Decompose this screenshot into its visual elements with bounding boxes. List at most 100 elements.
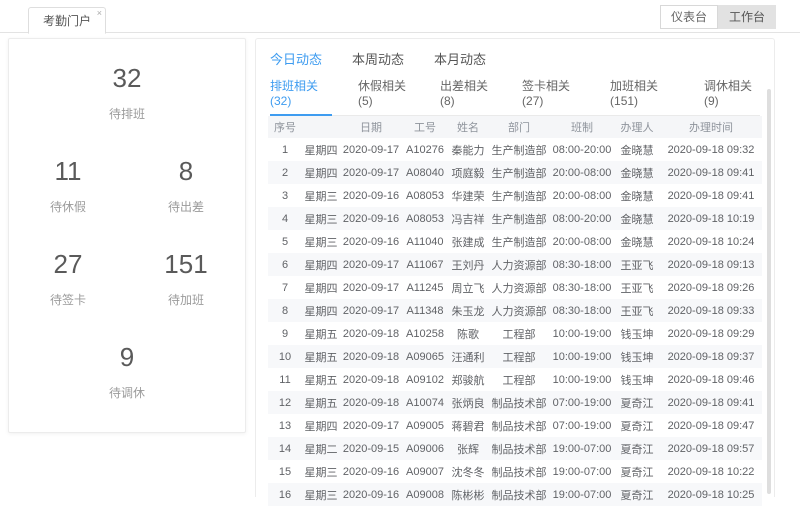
tab-month[interactable]: 本月动态 xyxy=(434,49,486,68)
cell-date: 2020-09-16 xyxy=(340,460,402,483)
stat-row: 11 待休假 8 待出差 xyxy=(9,156,245,215)
main-tabs: 今日动态 本周动态 本月动态 xyxy=(256,39,774,68)
cell-index: 13 xyxy=(268,414,302,437)
cell-dept: 制品技术部 xyxy=(488,414,550,437)
stat-pending-trip[interactable]: 8 待出差 xyxy=(127,156,245,215)
cell-shift: 07:00-19:00 xyxy=(550,391,614,414)
cell-handler: 王亚飞 xyxy=(614,299,660,322)
table-row: 3星期三2020-09-16A08053华建荣生产制造部20:00-08:00金… xyxy=(268,184,762,207)
stat-pending-schedule[interactable]: 32 待排班 xyxy=(9,63,245,122)
col-header-time: 办理时间 xyxy=(660,116,762,138)
cell-date: 2020-09-16 xyxy=(340,207,402,230)
cell-date: 2020-09-18 xyxy=(340,368,402,391)
cell-handler: 金晓慧 xyxy=(614,184,660,207)
subtab-schedule[interactable]: 排班相关(32) xyxy=(270,77,332,116)
stat-pending-card[interactable]: 27 待签卡 xyxy=(9,249,127,308)
cell-time: 2020-09-18 09:41 xyxy=(660,184,762,207)
cell-emp-id: A09065 xyxy=(402,345,448,368)
cell-weekday: 星期四 xyxy=(302,253,340,276)
col-header-weekday xyxy=(302,116,340,138)
cell-date: 2020-09-16 xyxy=(340,184,402,207)
tab-attendance-portal-label: 考勤门户 xyxy=(43,12,91,29)
cell-shift: 08:00-20:00 xyxy=(550,207,614,230)
table-row: 16星期三2020-09-16A09008陈彬彬制品技术部19:00-07:00… xyxy=(268,483,762,506)
cell-emp-id: A09102 xyxy=(402,368,448,391)
cell-index: 7 xyxy=(268,276,302,299)
cell-weekday: 星期二 xyxy=(302,437,340,460)
cell-time: 2020-09-18 09:57 xyxy=(660,437,762,460)
col-header-index: 序号 xyxy=(268,116,302,138)
tab-today[interactable]: 今日动态 xyxy=(270,49,322,68)
cell-time: 2020-09-18 09:13 xyxy=(660,253,762,276)
table-row: 4星期三2020-09-16A08053冯吉祥生产制造部08:00-20:00金… xyxy=(268,207,762,230)
cell-index: 11 xyxy=(268,368,302,391)
workbench-button[interactable]: 工作台 xyxy=(718,5,776,29)
cell-shift: 08:30-18:00 xyxy=(550,276,614,299)
cell-handler: 钱玉坤 xyxy=(614,368,660,391)
stat-label: 待调休 xyxy=(9,384,245,401)
stat-label: 待排班 xyxy=(9,105,245,122)
cell-dept: 人力资源部 xyxy=(488,276,550,299)
cell-date: 2020-09-18 xyxy=(340,322,402,345)
stat-value: 11 xyxy=(9,156,127,186)
cell-shift: 19:00-07:00 xyxy=(550,483,614,506)
stat-value: 27 xyxy=(9,249,127,279)
cell-name: 张辉 xyxy=(448,437,488,460)
subtab-leave[interactable]: 休假相关(5) xyxy=(358,77,414,115)
activity-table: 序号日期工号姓名部门班制办理人办理时间 1星期四2020-09-17A10276… xyxy=(268,116,762,506)
cell-handler: 金晓慧 xyxy=(614,138,660,161)
cell-emp-id: A11040 xyxy=(402,230,448,253)
cell-handler: 夏奇江 xyxy=(614,483,660,506)
cell-handler: 钱玉坤 xyxy=(614,345,660,368)
stat-label: 待休假 xyxy=(9,198,127,215)
cell-weekday: 星期三 xyxy=(302,184,340,207)
tab-attendance-portal[interactable]: 考勤门户 × xyxy=(28,7,106,34)
subtab-overtime[interactable]: 加班相关(151) xyxy=(610,77,678,115)
cell-date: 2020-09-17 xyxy=(340,414,402,437)
stat-row: 27 待签卡 151 待加班 xyxy=(9,249,245,308)
cell-name: 张建成 xyxy=(448,230,488,253)
subtab-card[interactable]: 签卡相关(27) xyxy=(522,77,584,115)
cell-emp-id: A11348 xyxy=(402,299,448,322)
cell-shift: 07:00-19:00 xyxy=(550,414,614,437)
cell-handler: 王亚飞 xyxy=(614,253,660,276)
cell-weekday: 星期五 xyxy=(302,391,340,414)
table-row: 2星期四2020-09-17A08040项庭毅生产制造部20:00-08:00金… xyxy=(268,161,762,184)
cell-shift: 20:00-08:00 xyxy=(550,230,614,253)
cell-emp-id: A11067 xyxy=(402,253,448,276)
cell-date: 2020-09-16 xyxy=(340,230,402,253)
cell-emp-id: A08040 xyxy=(402,161,448,184)
subtab-trip[interactable]: 出差相关(8) xyxy=(440,77,496,115)
table-row: 8星期四2020-09-17A11348朱玉龙人力资源部08:30-18:00王… xyxy=(268,299,762,322)
cell-weekday: 星期五 xyxy=(302,368,340,391)
pending-stats-card: 32 待排班 11 待休假 8 待出差 27 待签卡 151 待加班 xyxy=(8,38,246,433)
cell-weekday: 星期三 xyxy=(302,460,340,483)
cell-name: 沈冬冬 xyxy=(448,460,488,483)
subtab-comp[interactable]: 调休相关(9) xyxy=(704,77,760,115)
cell-handler: 夏奇江 xyxy=(614,414,660,437)
vertical-scrollbar[interactable] xyxy=(767,89,771,494)
stat-pending-comp[interactable]: 9 待调休 xyxy=(9,342,245,401)
tab-week[interactable]: 本周动态 xyxy=(352,49,404,68)
top-bar: 考勤门户 × 仪表台 工作台 xyxy=(0,0,800,33)
sub-tabs: 排班相关(32) 休假相关(5) 出差相关(8) 签卡相关(27) 加班相关(151) 调… xyxy=(270,77,760,116)
cell-date: 2020-09-17 xyxy=(340,253,402,276)
col-header-name: 姓名 xyxy=(448,116,488,138)
close-icon[interactable]: × xyxy=(97,8,102,18)
cell-index: 8 xyxy=(268,299,302,322)
cell-handler: 王亚飞 xyxy=(614,276,660,299)
table-row: 7星期四2020-09-17A11245周立飞人力资源部08:30-18:00王… xyxy=(268,276,762,299)
cell-dept: 生产制造部 xyxy=(488,161,550,184)
stat-pending-leave[interactable]: 11 待休假 xyxy=(9,156,127,215)
cell-dept: 生产制造部 xyxy=(488,230,550,253)
stat-row: 9 待调休 xyxy=(9,342,245,401)
cell-index: 9 xyxy=(268,322,302,345)
table-row: 10星期五2020-09-18A09065汪通利工程部10:00-19:00钱玉… xyxy=(268,345,762,368)
cell-emp-id: A08053 xyxy=(402,184,448,207)
dashboard-button[interactable]: 仪表台 xyxy=(660,5,718,29)
stat-pending-overtime[interactable]: 151 待加班 xyxy=(127,249,245,308)
col-header-dept: 部门 xyxy=(488,116,550,138)
cell-name: 华建荣 xyxy=(448,184,488,207)
table-row: 12星期五2020-09-18A10074张炳良制品技术部07:00-19:00… xyxy=(268,391,762,414)
cell-date: 2020-09-15 xyxy=(340,437,402,460)
